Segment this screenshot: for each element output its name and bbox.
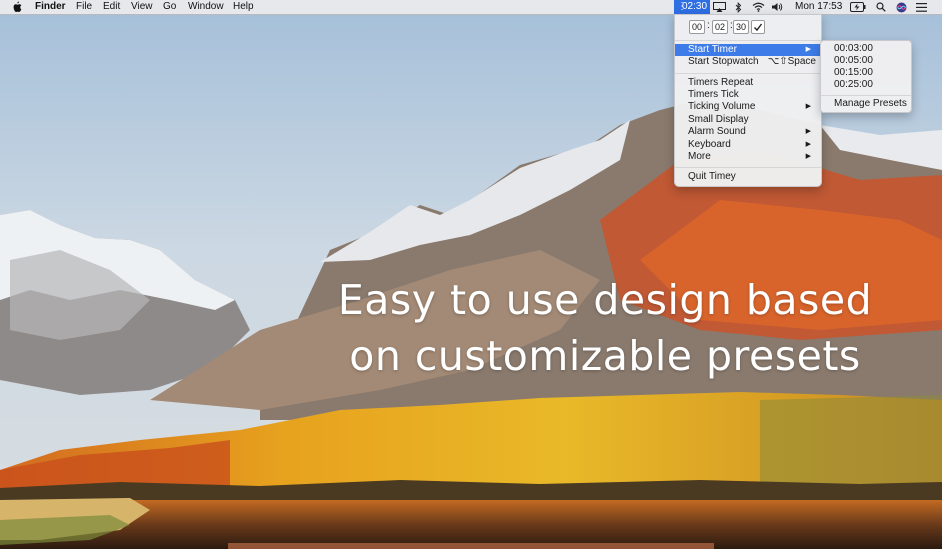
menu-item-timers-tick[interactable]: Timers Tick (675, 89, 821, 101)
menu-item-alarm-sound[interactable]: Alarm Sound ▶ (675, 126, 821, 138)
keyboard-shortcut: ⌥⇧Space (767, 56, 816, 67)
menu-app-finder[interactable]: Finder (35, 1, 66, 13)
timey-dropdown-menu: 00 : 02 : 30 Start Timer ▶ Start Stopwat… (674, 14, 822, 187)
menu-item-small-display[interactable]: Small Display (675, 114, 821, 126)
menu-item-start-timer[interactable]: Start Timer ▶ (675, 44, 821, 56)
start-timer-submenu: 00:03:00 00:05:00 00:15:00 00:25:00 Mana… (820, 40, 912, 113)
hours-field[interactable]: 00 (689, 20, 705, 34)
menu-separator (675, 40, 821, 41)
menubar-clock[interactable]: Mon 17:53 (795, 1, 842, 13)
battery-icon[interactable] (850, 2, 866, 12)
menu-item-label: Small Display (688, 114, 749, 125)
submenu-arrow-icon: ▶ (805, 153, 811, 160)
checkmark-icon (754, 23, 763, 32)
manage-presets-item[interactable]: Manage Presets (834, 98, 907, 110)
menu-item-ticking-volume[interactable]: Ticking Volume ▶ (675, 101, 821, 113)
menu-item-label: Quit Timey (688, 171, 736, 182)
submenu-arrow-icon: ▶ (805, 141, 811, 148)
menu-view[interactable]: View (131, 1, 153, 13)
spotlight-search-icon[interactable] (876, 2, 886, 12)
menu-item-label: Timers Repeat (688, 77, 754, 88)
menu-help[interactable]: Help (233, 1, 254, 13)
bluetooth-icon[interactable] (735, 2, 742, 13)
menu-bar: Finder File Edit View Go Window Help ⋮ 0… (0, 0, 942, 15)
preset-item[interactable]: 00:05:00 (834, 55, 873, 67)
menu-item-timers-repeat[interactable]: Timers Repeat (675, 77, 821, 89)
timey-status-item[interactable]: ⋮ 02:30 (674, 0, 710, 14)
apple-icon[interactable] (12, 1, 22, 13)
dock[interactable] (228, 543, 714, 549)
seconds-field[interactable]: 30 (733, 20, 749, 34)
menu-item-label: Alarm Sound (688, 126, 746, 137)
minutes-field[interactable]: 02 (712, 20, 728, 34)
timey-countdown: 02:30 (682, 1, 708, 12)
preset-item[interactable]: 00:03:00 (834, 43, 873, 55)
menu-item-keyboard[interactable]: Keyboard ▶ (675, 139, 821, 151)
menu-item-label: Start Stopwatch (688, 56, 759, 67)
headline-line-2: on customizable presets (349, 332, 861, 380)
submenu-arrow-icon: ▶ (805, 46, 811, 53)
submenu-arrow-icon: ▶ (805, 103, 811, 110)
time-separator: : (707, 20, 710, 31)
headline-line-1: Easy to use design based (337, 276, 873, 324)
menu-item-quit-timey[interactable]: Quit Timey (675, 171, 821, 183)
volume-icon[interactable] (771, 2, 784, 12)
siri-icon[interactable] (896, 2, 907, 13)
menu-go[interactable]: Go (163, 1, 176, 13)
menu-window[interactable]: Window (188, 1, 224, 13)
preset-item[interactable]: 00:25:00 (834, 79, 873, 91)
wifi-icon[interactable] (752, 2, 765, 12)
preset-item[interactable]: 00:15:00 (834, 67, 873, 79)
menu-file[interactable]: File (76, 1, 92, 13)
menu-item-label: Ticking Volume (688, 101, 756, 112)
menu-separator (821, 95, 911, 96)
confirm-time-button[interactable] (751, 20, 765, 34)
menu-item-label: Keyboard (688, 139, 731, 150)
menu-item-label: More (688, 151, 711, 162)
menu-edit[interactable]: Edit (103, 1, 120, 13)
menu-item-more[interactable]: More ▶ (675, 151, 821, 163)
menu-item-label: Start Timer (688, 44, 737, 55)
menu-item-start-stopwatch[interactable]: Start Stopwatch ⌥⇧Space (675, 56, 821, 68)
notification-center-icon[interactable] (916, 3, 927, 12)
submenu-arrow-icon: ▶ (805, 128, 811, 135)
menu-separator (675, 167, 821, 168)
menu-separator (675, 73, 821, 74)
airplay-icon[interactable] (713, 2, 726, 12)
menu-item-label: Timers Tick (688, 89, 739, 100)
